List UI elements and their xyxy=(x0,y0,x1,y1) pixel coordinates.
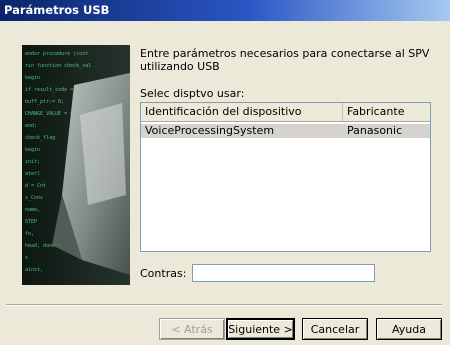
column-header-manufacturer[interactable]: Fabricante xyxy=(343,103,430,121)
device-select-label: Selec disptvo usar: xyxy=(140,87,245,100)
device-id-cell: VoiceProcessingSystem xyxy=(145,124,275,137)
manufacturer-cell: Panasonic xyxy=(347,124,403,137)
cancel-button[interactable]: Cancelar xyxy=(302,318,368,340)
window-title: Parámetros USB xyxy=(4,3,110,17)
code-line: CHANGE_VALUE = $ xyxy=(25,111,73,117)
code-line: end; xyxy=(25,123,37,129)
code-line: rin function check_val xyxy=(25,63,91,69)
list-header: Identificación del dispositivo Fabricant… xyxy=(141,103,430,122)
code-line: check_flag xyxy=(25,135,55,141)
code-line: begin xyxy=(25,147,40,153)
code-line: name, xyxy=(25,207,40,213)
title-bar[interactable]: Parámetros USB xyxy=(0,0,450,21)
intro-text: Entre parámetros necesarios para conecta… xyxy=(140,47,430,73)
code-line: aterl xyxy=(25,171,40,177)
password-label: Contras: xyxy=(140,267,187,280)
back-button[interactable]: < Atrás xyxy=(159,318,225,340)
device-list[interactable]: Identificación del dispositivo Fabricant… xyxy=(140,102,431,252)
code-line: init; xyxy=(25,159,40,165)
code-line: d = Cnt xyxy=(25,183,46,189)
password-input[interactable] xyxy=(192,264,375,282)
code-line: buff_ptr:= 0; xyxy=(25,99,64,105)
code-line: ainst, xyxy=(25,267,43,273)
separator xyxy=(6,304,442,306)
code-line: s xyxy=(25,255,28,261)
list-item[interactable]: VoiceProcessingSystem Panasonic xyxy=(141,124,430,138)
column-header-device-id[interactable]: Identificación del dispositivo xyxy=(141,103,343,121)
code-line: if result_code < 0 xyxy=(25,87,79,93)
code-line: fo, xyxy=(25,231,34,237)
code-line: STEP xyxy=(25,219,37,225)
code-line: s_Conv xyxy=(25,195,43,201)
help-button[interactable]: Ayuda xyxy=(376,318,442,340)
side-image: endor procedure (cont rin function check… xyxy=(22,45,130,285)
next-button[interactable]: Siguiente > xyxy=(226,318,295,340)
code-line: endor procedure (cont xyxy=(25,51,88,57)
code-background-image: endor procedure (cont rin function check… xyxy=(22,45,130,285)
code-line: begin xyxy=(25,75,40,81)
